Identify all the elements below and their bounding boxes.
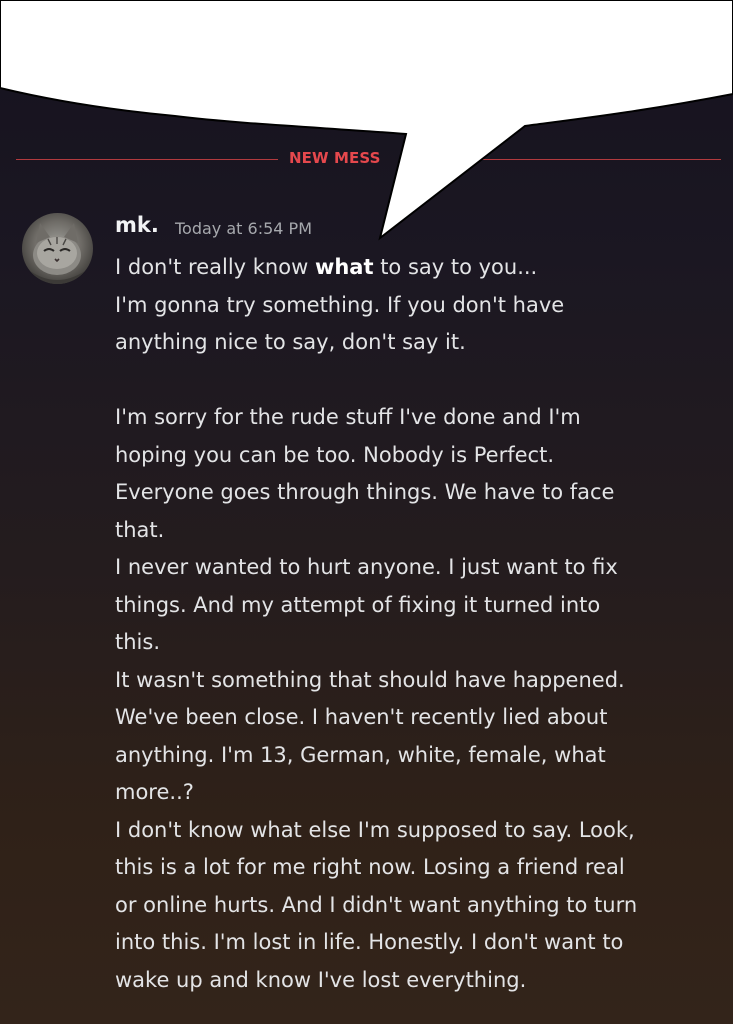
- message-line: I don't know what else I'm supposed to s…: [115, 817, 635, 842]
- message-line: I'm sorry for the rude stuff I've done a…: [115, 405, 581, 429]
- message-line: into this. I'm lost in life. Honestly. I…: [115, 930, 624, 954]
- message-body: I don't really know what to say to you..…: [115, 249, 715, 999]
- message-line: things. And my attempt of fixing it turn…: [115, 592, 601, 617]
- message-line: hoping you can be too. Nobody is Perfect…: [115, 442, 554, 467]
- message-line: We've been close. I haven't recently lie…: [115, 705, 608, 729]
- message-line: that.: [115, 517, 165, 542]
- message-line: I never wanted to hurt anyone. I just wa…: [115, 555, 618, 579]
- message-line: wake up and know I've lost everything.: [115, 967, 527, 992]
- message-line-blank: [115, 362, 715, 400]
- speech-bubble-overlay: [0, 0, 733, 241]
- message-line: or online hurts. And I didn't want anyth…: [115, 892, 638, 917]
- message-line: this.: [115, 630, 160, 654]
- message-line: this is a lot for me right now. Losing a…: [115, 855, 625, 879]
- message-line: anything. I'm 13, German, white, female,…: [115, 742, 606, 767]
- message-line: anything nice to say, don't say it.: [115, 330, 466, 354]
- message-line: It wasn't something that should have hap…: [115, 667, 625, 692]
- message-line: more..?: [115, 780, 194, 804]
- message-line: Everyone goes through things. We have to…: [115, 480, 615, 504]
- message-line: I'm gonna try something. If you don't ha…: [115, 292, 565, 317]
